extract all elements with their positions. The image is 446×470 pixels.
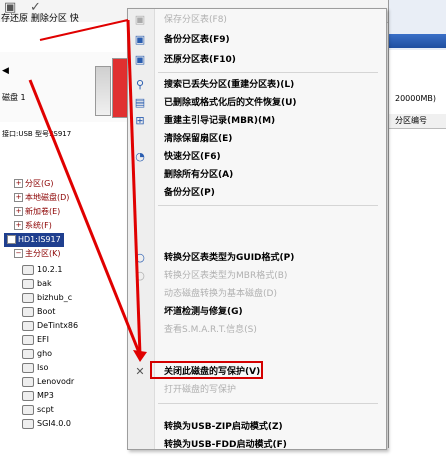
annotation-arrows <box>28 19 147 362</box>
arrow-line-2 <box>126 19 142 356</box>
arrow-line-1 <box>28 79 142 356</box>
arrow-head <box>133 350 147 362</box>
arrow-line-3 <box>39 19 129 41</box>
